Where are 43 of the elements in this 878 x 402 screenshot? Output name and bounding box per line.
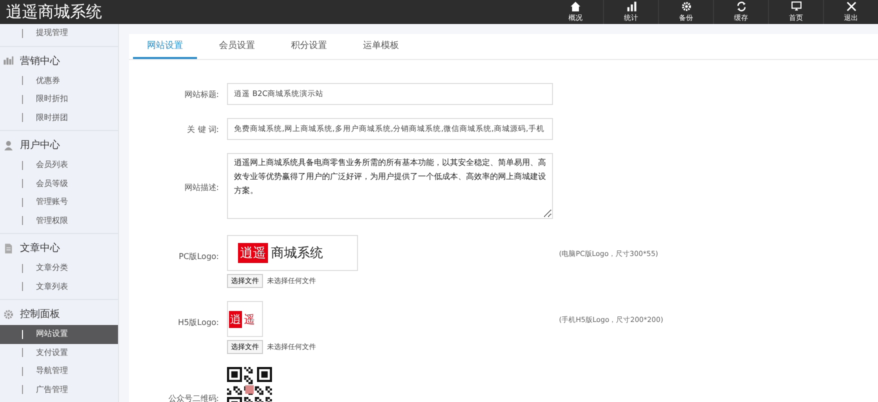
sidebar-item[interactable]: 广告管理 [0,380,118,399]
sidebar-item[interactable]: 支付设置 [0,344,118,362]
sidebar-item[interactable]: 限时折扣 [0,90,118,108]
bar-chart-icon [3,55,14,66]
monitor-icon [790,1,802,12]
field-label: PC版Logo: [178,251,220,262]
field-label: 网站描述: [183,182,220,193]
sidebar-section-title[interactable]: 营销中心 [20,54,60,68]
sidebar-item[interactable]: 文章列表 [0,278,118,296]
field-label: H5版Logo: [177,317,220,328]
user-icon [3,140,14,150]
field-label: 公众号二维码: [167,393,220,402]
sidebar-item[interactable]: 限时拼团 [0,108,118,127]
sidebar-section-title[interactable]: 控制面板 [20,307,60,321]
sidebar-item[interactable]: 网站设置 [0,325,118,344]
logo-preview: 逍遥 商城系统 [227,235,358,271]
text-area[interactable]: 逍遥网上商城系统具备电商零售业务所需的所有基本功能，以其安全稳定、简单易用、高效专业等优势赢得了用户的广泛好评，为用户提供了一个低成本、高效率的网上商城建设方案。 [227,153,553,219]
bar-chart-icon [626,1,636,12]
tab[interactable]: 网站设置 [133,34,197,59]
sidebar-item[interactable]: 管理账号 [0,193,118,212]
field-label: 网站标题: [183,88,220,100]
refresh-icon [736,1,746,12]
field-label: 关 键 词: [186,124,220,134]
home-icon [570,1,581,12]
sidebar-item[interactable]: 管理权限 [0,212,118,230]
gear-icon [680,1,692,12]
sidebar-item[interactable]: 优惠券 [0,72,118,90]
tab[interactable]: 会员设置 [205,34,269,59]
app-title: 逍遥商城系统 [5,1,103,23]
close-icon [846,1,856,12]
sidebar-section-title[interactable]: 文章中心 [20,241,60,255]
sidebar-section-title[interactable]: 用户中心 [20,138,60,152]
sidebar-item[interactable]: 文章分类 [0,259,118,278]
tab[interactable]: 积分设置 [277,34,341,59]
sidebar-item[interactable]: 会员列表 [0,156,118,174]
qr-code-icon [227,367,272,402]
sidebar-item[interactable]: 导航管理 [0,362,118,380]
logo-preview: 逍 遥 [227,301,263,337]
sidebar-item[interactable]: 提现管理 [0,24,118,42]
document-icon [3,242,14,254]
gear-icon [3,308,14,320]
sidebar-item[interactable]: 会员等级 [0,174,118,193]
tab[interactable]: 运单模板 [349,34,413,59]
